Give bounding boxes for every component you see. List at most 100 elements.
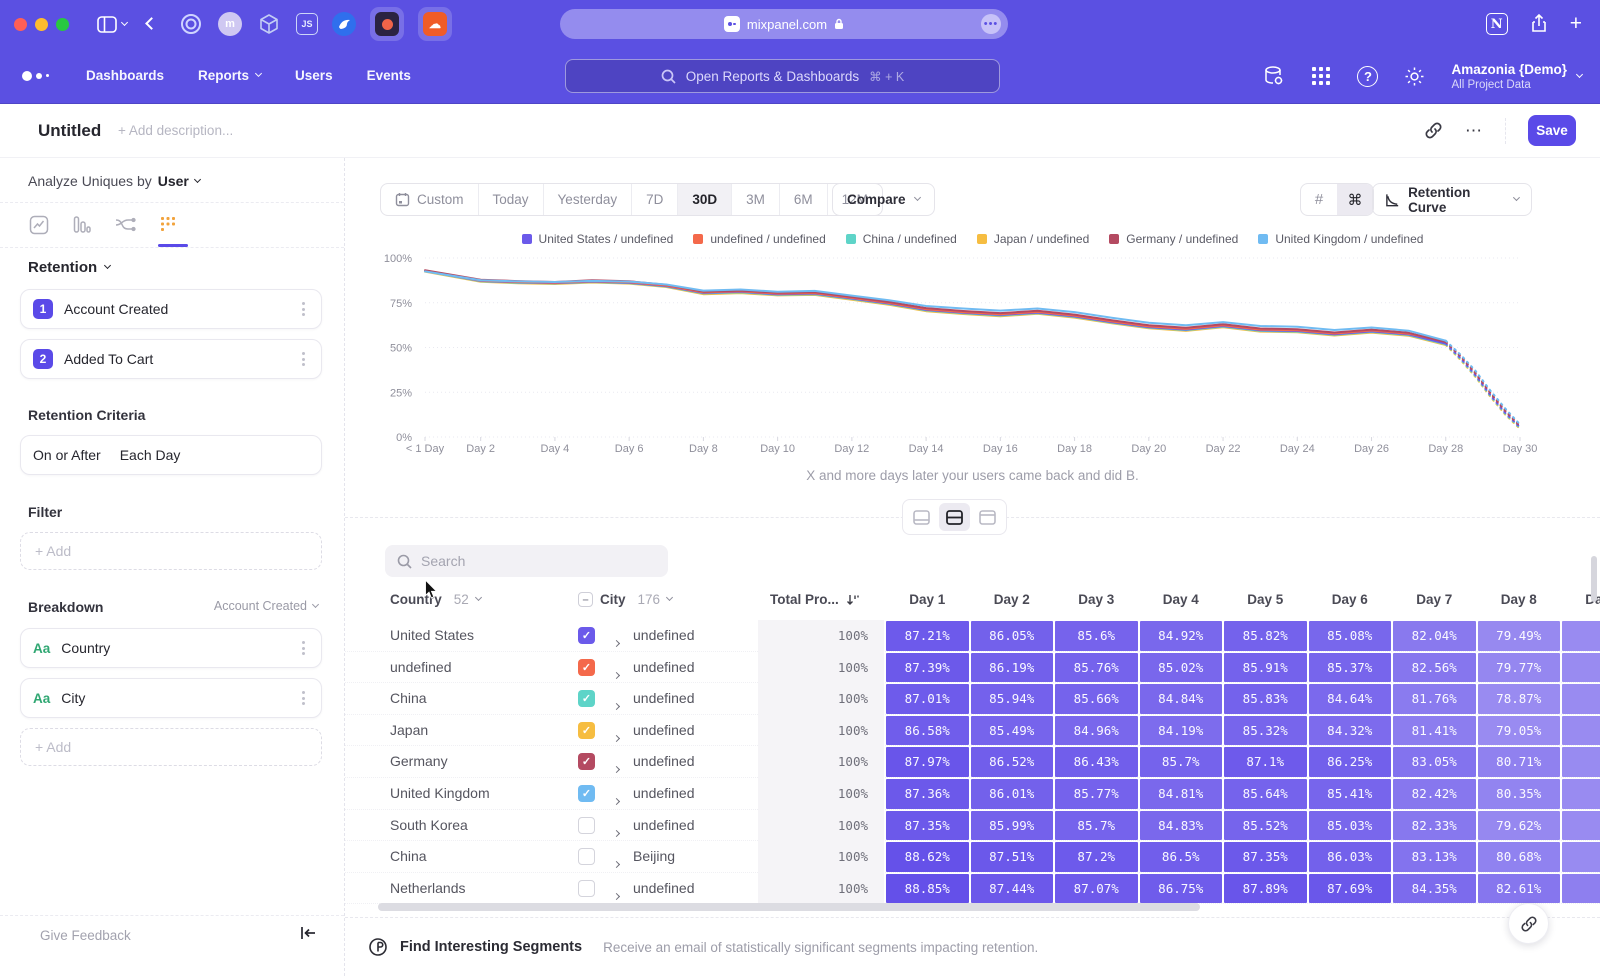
range-button-3m[interactable]: 3M <box>732 184 780 215</box>
compare-button[interactable]: Compare <box>832 183 935 216</box>
horizontal-scrollbar[interactable] <box>378 903 1200 911</box>
new-tab-icon[interactable]: + <box>1570 12 1582 36</box>
series-checkbox-checked[interactable]: ✓ <box>578 785 595 802</box>
retention-section-header[interactable]: Retention <box>28 259 110 276</box>
breakdown-property-label[interactable]: City <box>61 690 287 706</box>
retention-step-card[interactable]: 2Added To Cart <box>20 339 322 379</box>
nav-events[interactable]: Events <box>367 68 411 83</box>
step-options-kebab-icon[interactable] <box>298 348 309 370</box>
retention-curve-chart[interactable]: 0%25%50%75%100%< 1 DayDay 2Day 4Day 6Day… <box>345 250 1600 462</box>
expand-row-icon[interactable] <box>614 728 619 746</box>
tab-flows[interactable] <box>114 210 136 240</box>
extension-soundcloud-icon[interactable]: ☁ <box>418 7 452 41</box>
table-row[interactable]: ChinaBeijing100%88.62%87.51%87.2%86.5%87… <box>345 841 1600 873</box>
range-button-30d[interactable]: 30D <box>678 184 732 215</box>
nav-users[interactable]: Users <box>295 68 333 83</box>
address-bar[interactable]: mixpanel.com ••• <box>560 9 1008 39</box>
minimize-window-button[interactable] <box>35 18 48 31</box>
day-column-header[interactable]: Day 8 <box>1477 592 1562 607</box>
add-breakdown-button[interactable]: + Add <box>20 728 322 766</box>
total-column-header[interactable]: Total Pro... <box>770 592 860 607</box>
vertical-scrollbar[interactable] <box>1591 556 1597 602</box>
series-checkbox-checked[interactable]: ✓ <box>578 722 595 739</box>
extension-js-icon[interactable]: JS <box>296 13 318 35</box>
back-button[interactable] <box>147 15 156 33</box>
select-all-checkbox[interactable]: – <box>578 592 593 607</box>
share-link-floating-button[interactable] <box>1508 903 1549 944</box>
range-button-yesterday[interactable]: Yesterday <box>544 184 633 215</box>
extension-m-icon[interactable]: m <box>218 12 242 36</box>
chart-only-view-button[interactable] <box>906 503 937 531</box>
legend-item[interactable]: Japan / undefined <box>977 232 1089 246</box>
extension-bird-icon[interactable] <box>332 12 356 36</box>
range-button-custom[interactable]: Custom <box>381 184 479 215</box>
criteria-value[interactable]: Each Day <box>120 447 181 463</box>
expand-row-icon[interactable] <box>614 665 619 683</box>
notion-extension-icon[interactable]: N <box>1486 13 1508 35</box>
table-row[interactable]: United States✓undefined100%87.21%86.05%8… <box>345 620 1600 652</box>
series-checkbox-checked[interactable]: ✓ <box>578 659 595 676</box>
table-row[interactable]: Netherlandsundefined100%88.85%87.44%87.0… <box>345 873 1600 905</box>
page-actions-icon[interactable]: ••• <box>981 14 1001 34</box>
day-column-header[interactable]: Day 2 <box>970 592 1055 607</box>
range-button-6m[interactable]: 6M <box>780 184 828 215</box>
table-row[interactable]: Japan✓undefined100%86.58%85.49%84.96%84.… <box>345 715 1600 747</box>
day-column-header[interactable]: Day 5 <box>1223 592 1308 607</box>
breakdown-options-kebab-icon[interactable] <box>298 687 309 709</box>
tab-insights[interactable] <box>28 210 50 240</box>
day-column-header[interactable]: Day 7 <box>1392 592 1477 607</box>
table-search-input[interactable]: Search <box>385 545 668 577</box>
collapse-sidebar-icon[interactable] <box>300 926 316 940</box>
percent-format-button[interactable]: ⌘ <box>1337 184 1373 215</box>
table-row[interactable]: Germany✓undefined100%87.97%86.52%86.43%8… <box>345 746 1600 778</box>
expand-row-icon[interactable] <box>614 854 619 872</box>
breakdown-property-label[interactable]: Country <box>61 640 287 656</box>
add-filter-button[interactable]: + Add <box>20 532 322 570</box>
project-switcher[interactable]: Amazonia {Demo} All Project Data <box>1451 62 1582 91</box>
zoom-window-button[interactable] <box>56 18 69 31</box>
series-checkbox-unchecked[interactable] <box>578 848 595 865</box>
global-search-input[interactable]: Open Reports & Dashboards ⌘ + K <box>565 59 1000 93</box>
series-checkbox-unchecked[interactable] <box>578 880 595 897</box>
chart-type-selector[interactable]: Retention Curve <box>1372 183 1532 216</box>
data-management-icon[interactable] <box>1263 65 1285 87</box>
table-row[interactable]: South Koreaundefined100%87.35%85.99%85.7… <box>345 810 1600 842</box>
retention-step-card[interactable]: 1Account Created <box>20 289 322 329</box>
breakdown-property-card[interactable]: AaCountry <box>20 628 322 668</box>
tab-retention[interactable] <box>157 210 179 240</box>
expand-row-icon[interactable] <box>614 696 619 714</box>
number-format-button[interactable]: # <box>1301 184 1337 215</box>
give-feedback-link[interactable]: Give Feedback <box>40 928 131 943</box>
expand-row-icon[interactable] <box>614 759 619 777</box>
step-options-kebab-icon[interactable] <box>298 298 309 320</box>
breakdown-options-kebab-icon[interactable] <box>298 637 309 659</box>
series-checkbox-checked[interactable]: ✓ <box>578 627 595 644</box>
legend-item[interactable]: United Kingdom / undefined <box>1258 232 1423 246</box>
analyze-entity-selector[interactable]: User <box>158 173 189 189</box>
range-button-today[interactable]: Today <box>479 184 544 215</box>
extension-target-icon[interactable] <box>178 11 204 37</box>
apps-grid-icon[interactable] <box>1311 66 1331 86</box>
breakdown-scope-selector[interactable]: Account Created <box>214 599 318 613</box>
criteria-condition[interactable]: On or After <box>33 447 101 463</box>
expand-row-icon[interactable] <box>614 633 619 651</box>
day-column-header[interactable]: Day 1 <box>885 592 970 607</box>
close-window-button[interactable] <box>14 18 27 31</box>
nav-reports[interactable]: Reports <box>198 68 261 83</box>
step-event-label[interactable]: Added To Cart <box>64 351 287 367</box>
expand-row-icon[interactable] <box>614 823 619 841</box>
mixpanel-logo[interactable] <box>22 71 56 81</box>
range-button-7d[interactable]: 7D <box>632 184 678 215</box>
copy-link-icon[interactable] <box>1424 121 1443 140</box>
help-icon[interactable]: ? <box>1357 66 1378 87</box>
legend-item[interactable]: Germany / undefined <box>1109 232 1238 246</box>
day-column-header[interactable]: Day 3 <box>1054 592 1139 607</box>
settings-gear-icon[interactable] <box>1404 66 1425 87</box>
retention-criteria-card[interactable]: On or After Each Day <box>20 435 322 475</box>
legend-item[interactable]: United States / undefined <box>522 232 674 246</box>
extension-active-icon[interactable] <box>370 7 404 41</box>
more-options-icon[interactable]: ⋯ <box>1465 121 1483 141</box>
extension-cube-icon[interactable] <box>256 11 282 37</box>
sidebar-toggle-icon[interactable] <box>97 16 127 33</box>
step-event-label[interactable]: Account Created <box>64 301 287 317</box>
